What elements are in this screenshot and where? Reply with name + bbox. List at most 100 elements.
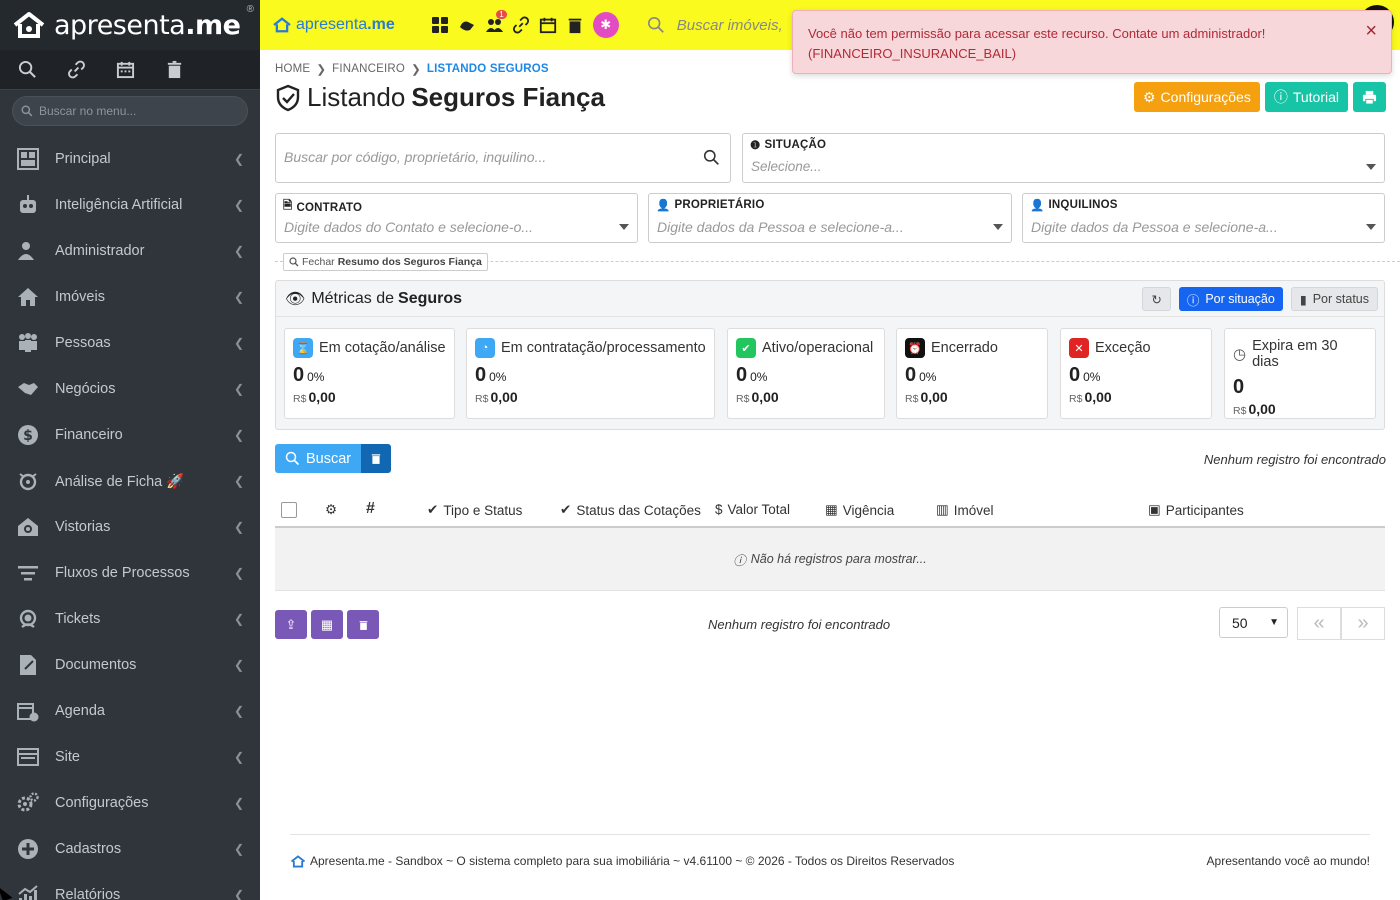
situacao-label-text: SITUAÇÃO (764, 139, 827, 151)
clear-filters-button[interactable] (361, 444, 392, 473)
metric-card-currency: R$ (905, 393, 919, 405)
proprietario-select[interactable]: 👤 PROPRIETÁRIO Digite dados da Pessoa e s… (648, 193, 1012, 243)
sidebar-item-site[interactable]: Site ❮ (0, 734, 260, 780)
metric-card-em-cotacao[interactable]: ⌛ Em cotação/análise 0 0% R$ 0,00 (284, 328, 455, 419)
column-participantes-label: Participantes (1165, 502, 1244, 518)
metric-card-percent: 0% (489, 370, 507, 384)
sidebar-item-relatorios[interactable]: Relatórios ❮ (0, 872, 260, 900)
link-icon[interactable] (512, 16, 530, 34)
search-actions: Buscar (275, 444, 392, 473)
metric-card-count: 0 (293, 364, 305, 386)
breadcrumb-financeiro[interactable]: FINANCEIRO (332, 63, 405, 75)
toggle-summary-button[interactable]: Fechar Resumo dos Seguros Fiança (283, 253, 488, 271)
topbar-logo[interactable]: apresenta.me (272, 16, 395, 34)
first-page-button[interactable]: « (1297, 607, 1341, 640)
gear-icon: ⚙ (1142, 88, 1156, 105)
metric-card-encerrado[interactable]: ⏰ Encerrado 0 0% R$ 0,00 (896, 328, 1048, 419)
per-page-select[interactable]: 50 ▼ (1219, 607, 1288, 638)
sidebar-item-imoveis[interactable]: Imóveis ❮ (0, 274, 260, 320)
footer-copyright: Apresenta.me - Sandbox ~ O sistema compl… (310, 854, 955, 868)
sidebar-item-principal[interactable]: Principal ❮ (0, 136, 260, 182)
by-situation-button[interactable]: ⓘ Por situação (1178, 287, 1283, 311)
search-button[interactable]: Buscar (275, 444, 362, 473)
breadcrumb-home[interactable]: HOME (275, 63, 310, 75)
column-imovel[interactable]: ▥ Imóvel (936, 502, 994, 518)
metric-card-em-contratacao[interactable]: ◔ Em contratação/processamento 0 0% R$ 0,00 (466, 328, 715, 419)
sidebar-item-vistorias[interactable]: Vistorias ❮ (0, 504, 260, 550)
people-icon[interactable]: 1 (485, 10, 507, 34)
sidebar-item-agenda[interactable]: Agenda ❮ (0, 688, 260, 734)
sidebar-item-configuracoes[interactable]: Configurações ❮ (0, 780, 260, 826)
metric-card-count: 0 (736, 364, 748, 386)
column-status-cotacoes[interactable]: ✔ Status das Cotações (560, 502, 701, 518)
refresh-icon: ↻ (1151, 292, 1162, 307)
contrato-label-text: CONTRATO (296, 201, 363, 214)
chevron-down-icon: ▼ (1269, 617, 1279, 628)
empty-table-row: ⓘ Não há registros para mostrar... (275, 528, 1385, 591)
metric-card-value: 0,00 (751, 389, 779, 405)
export-button[interactable]: ⇪ (275, 610, 307, 639)
metric-card-ativo[interactable]: ✔ Ativo/operacional 0 0% R$ 0,00 (727, 328, 885, 419)
search-icon[interactable] (18, 60, 37, 79)
sidebar-item-documentos[interactable]: Documentos ❮ (0, 642, 260, 688)
calendar-icon[interactable] (116, 60, 135, 79)
column-participantes[interactable]: ▣ Participantes (1148, 502, 1244, 518)
metric-card-title: Expira em 30 dias (1252, 338, 1338, 370)
column-valor-total[interactable]: $ Valor Total (715, 502, 790, 517)
by-status-button[interactable]: ▮ Por status (1290, 287, 1378, 311)
column-tipo-status[interactable]: ✔ Tipo e Status (427, 502, 522, 518)
sparkle-icon[interactable]: ✱ (592, 12, 619, 38)
sidebar-item-financeiro[interactable]: $ Financeiro ❮ (0, 412, 260, 458)
calendar-icon[interactable] (539, 16, 557, 34)
grid-icon[interactable] (431, 16, 449, 34)
column-vigencia[interactable]: ▦ Vigência (825, 502, 894, 518)
column-hash[interactable]: # (366, 500, 375, 518)
tutorial-button[interactable]: ⓘ Tutorial (1264, 82, 1348, 112)
select-all-checkbox[interactable] (281, 502, 297, 518)
chevron-down-icon (1366, 224, 1376, 230)
sidebar-item-pessoas[interactable]: Pessoas ❮ (0, 320, 260, 366)
agenda-icon (17, 700, 39, 722)
result-count-top: Nenhum registro foi encontrado (1203, 452, 1386, 467)
print-button[interactable] (1353, 82, 1386, 112)
refresh-button[interactable]: ↻ (1142, 287, 1171, 311)
menu-search-input[interactable]: Buscar no menu... (12, 96, 248, 126)
handshake-icon[interactable] (458, 16, 476, 34)
next-page-button[interactable]: » (1341, 607, 1385, 640)
columns-button[interactable]: ▦ (311, 610, 343, 639)
sidebar-item-administrador[interactable]: Administrador ❮ (0, 228, 260, 274)
situacao-select[interactable]: ❶ SITUAÇÃO Selecione... (742, 133, 1385, 183)
metric-card-percent: 0% (307, 370, 325, 384)
link-icon[interactable] (67, 60, 86, 79)
sidebar-item-label: Tickets (55, 611, 101, 627)
sidebar-item-analise-de-ficha[interactable]: Análise de Ficha 🚀 ❮ (0, 458, 260, 504)
global-search-input[interactable]: Buscar imóveis, (647, 16, 783, 34)
brand[interactable]: apresenta.me ® (0, 0, 260, 50)
search-icon (21, 105, 33, 117)
inquilinos-select[interactable]: 👤 INQUILINOS Digite dados da Pessoa e sel… (1022, 193, 1385, 243)
contrato-select[interactable]: 🗎 CONTRATO Digite dados do Contato e sele… (275, 193, 638, 243)
metric-card-expira-30-dias[interactable]: ◷ Expira em 30 dias 0 R$ 0,00 (1224, 328, 1376, 419)
trash-icon[interactable] (165, 60, 184, 79)
delete-selected-button[interactable] (347, 610, 379, 639)
brand-logo[interactable]: apresenta.me (12, 10, 241, 41)
site-icon (17, 746, 39, 768)
sidebar-item-inteligencia-artificial[interactable]: Inteligência Artificial ❮ (0, 182, 260, 228)
close-icon[interactable]: × (1365, 21, 1377, 41)
column-status-cotacoes-label: Status das Cotações (576, 502, 701, 518)
metric-card-excecao[interactable]: ✕ Exceção 0 0% R$ 0,00 (1060, 328, 1212, 419)
metric-card-percent: 0% (750, 370, 768, 384)
sidebar-item-cadastros[interactable]: Cadastros ❮ (0, 826, 260, 872)
search-input[interactable]: Buscar por código, proprietário, inquili… (275, 133, 731, 183)
sidebar-item-negocios[interactable]: Negócios ❮ (0, 366, 260, 412)
sidebar-item-fluxos-de-processos[interactable]: Fluxos de Processos ❮ (0, 550, 260, 596)
gear-icon[interactable]: ⚙ (325, 502, 337, 518)
config-button[interactable]: ⚙ Configurações (1133, 82, 1260, 112)
metric-card-percent: 0% (1083, 370, 1101, 384)
trash-icon[interactable] (566, 16, 584, 34)
chevron-down-icon (619, 224, 629, 230)
sidebar-item-tickets[interactable]: Tickets ❮ (0, 596, 260, 642)
title-prefix: Listando (307, 82, 406, 112)
search-icon[interactable] (703, 149, 720, 166)
footer-tagline: Apresentando você ao mundo! (1206, 854, 1370, 868)
